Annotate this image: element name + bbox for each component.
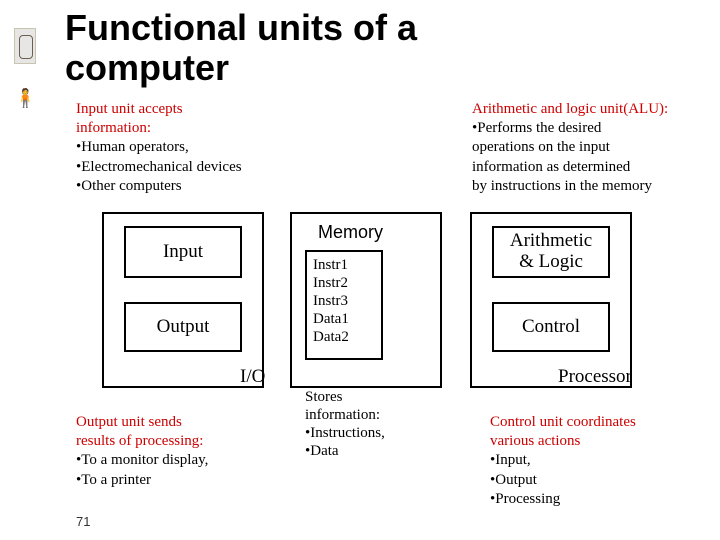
output-box: Output xyxy=(124,302,242,352)
memory-below-text: Stores information: •Instructions, •Data xyxy=(305,388,445,460)
input-box-label: Input xyxy=(163,241,203,263)
output-desc-l2: results of processing: xyxy=(76,432,306,451)
control-description: Control unit coordinates various actions… xyxy=(490,413,710,509)
input-unit-description: Input unit accepts information: •Human o… xyxy=(76,100,336,196)
control-desc-l2: various actions xyxy=(490,432,710,451)
memory-title: Memory xyxy=(318,222,383,243)
input-desc-bullet1: •Human operators, xyxy=(76,138,336,157)
figure-icon: 🧍 xyxy=(14,88,36,109)
alu-desc-l3: operations on the input xyxy=(472,138,708,157)
title-line-1: Functional units of a xyxy=(65,7,417,48)
decor-icon xyxy=(14,28,36,64)
control-desc-l5: •Processing xyxy=(490,490,710,509)
mem-item-2: Instr2 xyxy=(313,274,375,292)
alu-box-l2: & Logic xyxy=(510,252,592,273)
input-desc-line1: Input unit accepts xyxy=(76,100,336,119)
mem-below-l3: •Instructions, xyxy=(305,424,445,442)
control-desc-l1: Control unit coordinates xyxy=(490,413,710,432)
output-box-label: Output xyxy=(157,316,210,338)
mem-below-l4: •Data xyxy=(305,442,445,460)
mem-item-1: Instr1 xyxy=(313,256,375,274)
output-desc-l1: Output unit sends xyxy=(76,413,306,432)
control-box: Control xyxy=(492,302,610,352)
io-label: I/O xyxy=(240,366,265,388)
slide: 🧍 Functional units of a computer Input u… xyxy=(0,0,720,540)
mem-item-5: Data2 xyxy=(313,328,375,346)
input-box: Input xyxy=(124,226,242,278)
alu-box-l1: Arithmetic xyxy=(510,231,592,252)
input-desc-bullet2: •Electromechanical devices xyxy=(76,158,336,177)
mem-item-3: Instr3 xyxy=(313,292,375,310)
control-desc-l3: •Input, xyxy=(490,451,710,470)
alu-desc-l5: by instructions in the memory xyxy=(472,177,708,196)
title-line-2: computer xyxy=(65,47,229,88)
alu-desc-l2: •Performs the desired xyxy=(472,119,708,138)
slide-title: Functional units of a computer xyxy=(65,8,417,89)
mem-item-4: Data1 xyxy=(313,310,375,328)
output-desc-l3: •To a monitor display, xyxy=(76,451,306,470)
input-desc-bullet3: •Other computers xyxy=(76,177,336,196)
control-box-label: Control xyxy=(522,316,580,338)
alu-box: Arithmetic & Logic xyxy=(492,226,610,278)
mem-below-l1: Stores xyxy=(305,388,445,406)
control-desc-l4: •Output xyxy=(490,471,710,490)
output-desc-l4: •To a printer xyxy=(76,471,306,490)
processor-label: Processor xyxy=(558,366,632,388)
memory-inner-box: Instr1 Instr2 Instr3 Data1 Data2 xyxy=(305,250,383,360)
mem-below-l2: information: xyxy=(305,406,445,424)
alu-desc-l4: information as determined xyxy=(472,158,708,177)
alu-desc-line1: Arithmetic and logic unit(ALU): xyxy=(472,100,708,119)
input-desc-line2: information: xyxy=(76,119,336,138)
slide-number: 71 xyxy=(76,514,90,529)
output-description: Output unit sends results of processing:… xyxy=(76,413,306,490)
alu-description: Arithmetic and logic unit(ALU): •Perform… xyxy=(472,100,708,196)
